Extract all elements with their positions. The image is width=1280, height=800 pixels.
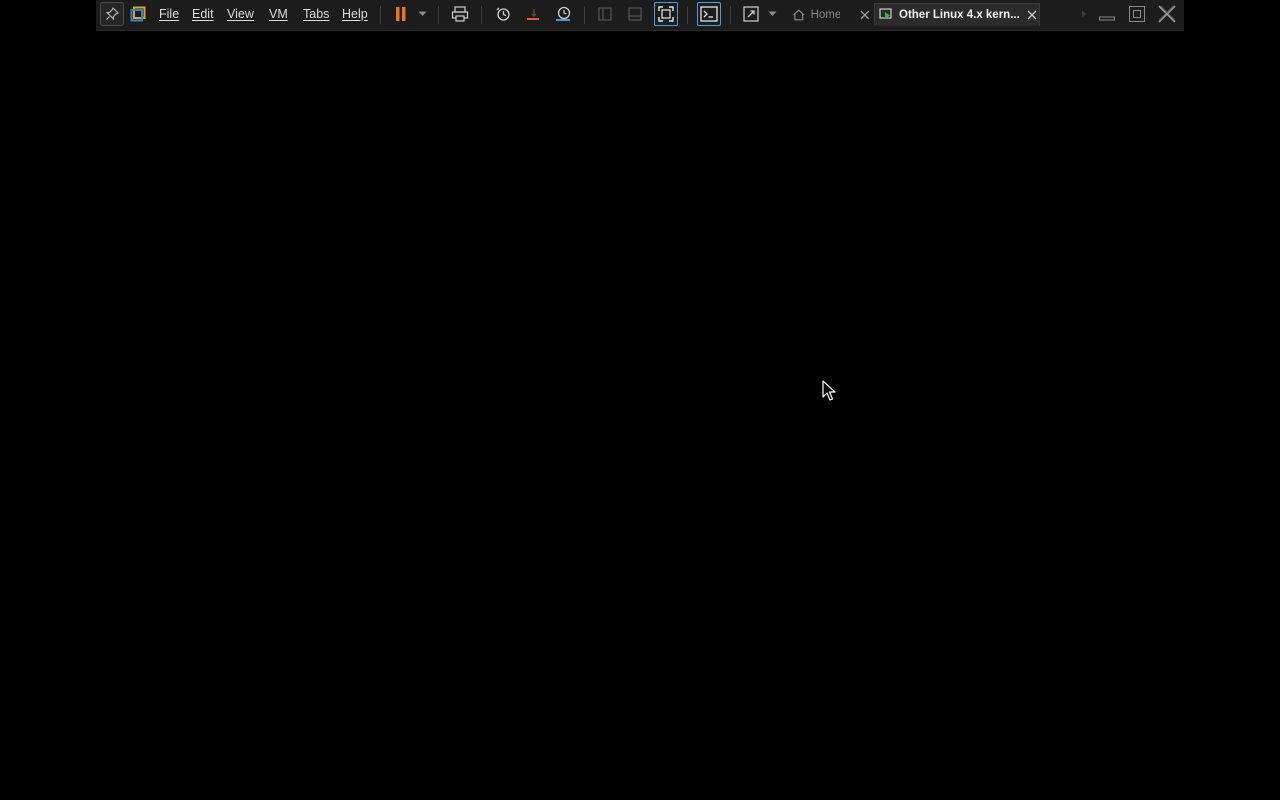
close-icon[interactable] [860,10,870,20]
show-library-button[interactable] [593,2,617,26]
vmware-toolbar: File Edit View VM Tabs Help Home Other L… [96,0,1184,31]
vmware-logo-button[interactable] [126,2,150,26]
menu-tabs-label: Tabs [303,7,330,21]
toolbar-separator [687,6,688,24]
stretch-guest-button[interactable] [739,2,763,26]
toolbar-separator [380,6,381,24]
vm-console-screen[interactable]: File Edit View VM Tabs Help Home Other L… [0,0,1280,800]
pause-icon [396,7,406,21]
home-icon [793,8,805,20]
menu-file[interactable]: File [157,2,181,26]
send-ctrl-alt-del-button[interactable] [448,2,472,26]
snapshot-manager-button[interactable] [551,2,575,26]
menu-file-label: File [159,7,180,21]
snapshot-manager-icon [556,6,571,21]
tab-home-label: Home [810,8,841,21]
take-snapshot-button[interactable] [491,2,515,26]
toolbar-separator [730,6,731,24]
revert-snapshot-icon [527,9,539,20]
menu-edit-label: Edit [192,7,214,21]
show-thumbnail-bar-icon [628,7,642,21]
show-thumbnail-bar-button[interactable] [623,2,647,26]
stretch-dropdown[interactable] [765,2,779,26]
vmware-logo-icon [130,6,146,22]
toolbar-separator [481,6,482,24]
menu-help[interactable]: Help [340,2,370,26]
full-screen-button[interactable] [654,2,678,26]
send-ctrl-alt-del-icon [451,6,469,22]
menu-tabs[interactable]: Tabs [301,2,331,26]
pin-toolbar-button[interactable] [100,2,124,26]
restore-button[interactable] [1124,2,1150,26]
console-view-button[interactable] [697,2,721,26]
minimize-button[interactable] [1094,2,1120,26]
scroll-arrow-icon [1082,10,1086,18]
menu-help-label: Help [342,7,368,21]
pin-icon [105,7,119,21]
console-view-icon [700,6,718,22]
close-icon[interactable] [1027,10,1037,20]
dropdown-arrow-icon [418,11,426,16]
minimize-icon [1099,16,1115,21]
power-dropdown[interactable] [414,2,430,26]
tab-vm-label: Other Linux 4.x kern... [899,9,1020,21]
toolbar-separator [438,6,439,24]
vm-icon [879,8,892,19]
close-button[interactable] [1154,2,1180,26]
menu-vm-label: VM [269,7,288,21]
restore-icon [1129,6,1145,22]
tab-scroll-right[interactable] [1078,2,1090,26]
tab-home[interactable]: Home [788,3,870,26]
stretch-guest-icon [743,6,759,22]
revert-snapshot-button[interactable] [521,2,545,26]
stretch-dropdown-icon [768,11,776,16]
menu-view-label: View [227,7,254,21]
toolbar-separator [584,6,585,24]
tab-vm[interactable]: Other Linux 4.x kern... [874,3,1040,26]
close-icon [1158,5,1176,23]
full-screen-icon [658,6,674,22]
snapshot-icon [496,7,510,21]
menu-edit[interactable]: Edit [190,2,216,26]
menu-vm[interactable]: VM [267,2,290,26]
pause-button[interactable] [389,2,413,26]
show-library-icon [598,7,612,21]
menu-view[interactable]: View [225,2,256,26]
mouse-cursor-icon [822,380,836,401]
